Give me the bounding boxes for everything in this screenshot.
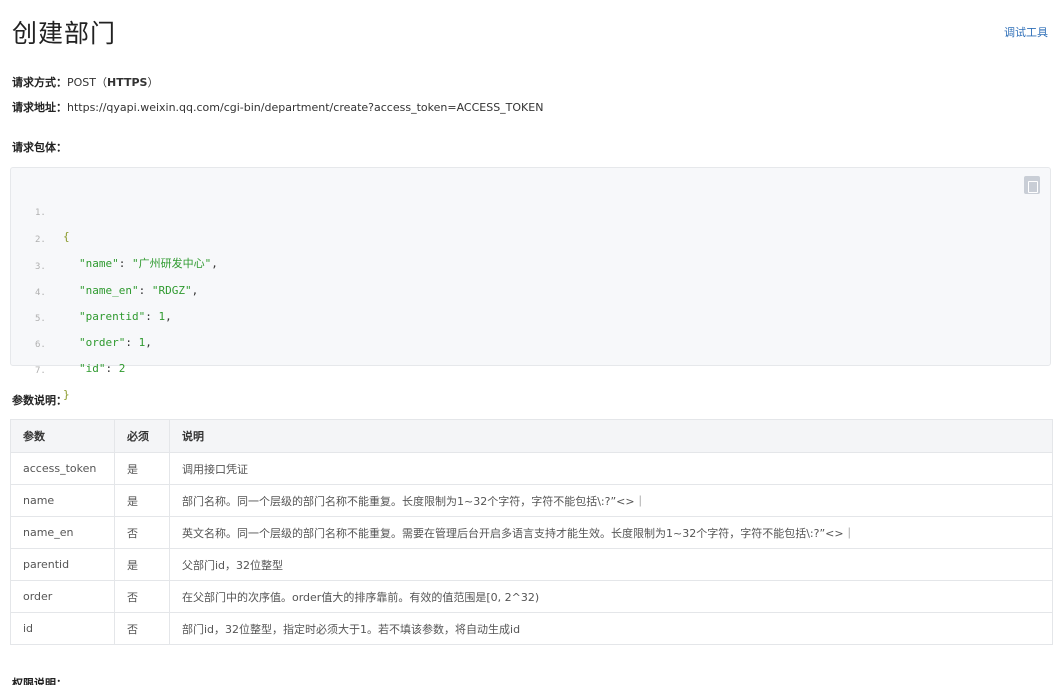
param-required: 否	[114, 612, 170, 645]
line-number: 1.	[35, 208, 46, 218]
line-number: 5.	[35, 314, 46, 324]
request-body-label: 请求包体：	[12, 141, 67, 154]
code-line: 4. "parentid": 1,	[11, 257, 172, 323]
param-description: 父部门id，32位整型	[169, 548, 1053, 581]
table-header-row: 参数 必须 说明	[10, 419, 1053, 453]
code-line: 5. "order": 1,	[11, 283, 152, 349]
param-required: 是	[114, 484, 170, 517]
line-number: 2.	[35, 235, 46, 245]
code-value: "广州研发中心"	[132, 257, 212, 270]
param-name: name	[10, 484, 115, 517]
table-row: parentid 是 父部门id，32位整型	[10, 548, 1053, 581]
header-description: 说明	[169, 419, 1053, 453]
page-title: 创建部门	[12, 19, 117, 48]
params-table: 参数 必须 说明 access_token 是 调用接口凭证 name 是 部门…	[10, 419, 1053, 645]
param-name: name_en	[10, 516, 115, 549]
param-description: 在父部门中的次序值。order值大的排序靠前。有效的值范围是[0, 2^32)	[169, 580, 1053, 613]
param-name: order	[10, 580, 115, 613]
param-required: 是	[114, 548, 170, 581]
request-method-close: ）	[147, 76, 159, 89]
table-row: order 否 在父部门中的次序值。order值大的排序靠前。有效的值范围是[0…	[10, 580, 1053, 613]
code-value: 2	[118, 362, 126, 375]
code-line: 2. "name": "广州研发中心",	[11, 204, 218, 270]
line-number: 7.	[35, 366, 46, 376]
code-value: "RDGZ"	[151, 284, 192, 297]
permission-section-label: 权限说明：	[12, 677, 67, 685]
table-row: id 否 部门id，32位整型，指定时必须大于1。若不填该参数，将自动生成id	[10, 612, 1053, 645]
request-method: 请求方式：POST（HTTPS）	[12, 74, 158, 90]
param-name: access_token	[10, 452, 115, 485]
param-name: id	[10, 612, 115, 645]
request-method-value: POST（	[67, 76, 107, 89]
table-row: access_token 是 调用接口凭证	[10, 452, 1053, 485]
line-number: 3.	[35, 262, 46, 272]
param-description: 部门名称。同一个层级的部门名称不能重复。长度限制为1~32个字符，字符不能包括\…	[169, 484, 1053, 517]
param-required: 是	[114, 452, 170, 485]
param-description: 调用接口凭证	[169, 452, 1053, 485]
table-row: name_en 否 英文名称。同一个层级的部门名称不能重复。需要在管理后台开启多…	[10, 516, 1053, 549]
param-name: parentid	[10, 548, 115, 581]
table-row: name 是 部门名称。同一个层级的部门名称不能重复。长度限制为1~32个字符，…	[10, 484, 1053, 517]
code-key: "name_en"	[79, 284, 139, 297]
header-param: 参数	[10, 419, 115, 453]
param-required: 否	[114, 516, 170, 549]
header-required: 必须	[114, 419, 170, 453]
request-method-https: HTTPS	[107, 76, 148, 89]
code-key: "order"	[79, 336, 126, 349]
code-line: 6. "id": 2	[11, 309, 125, 375]
request-url: 请求地址：https://qyapi.weixin.qq.com/cgi-bin…	[12, 99, 543, 115]
code-line: 3. "name_en": "RDGZ",	[11, 231, 198, 297]
param-required: 否	[114, 580, 170, 613]
param-description: 部门id，32位整型，指定时必须大于1。若不填该参数，将自动生成id	[169, 612, 1053, 645]
code-line: 7. }	[11, 335, 70, 401]
request-url-label: 请求地址：	[12, 101, 67, 114]
line-number: 6.	[35, 340, 46, 350]
code-block: 1. { 2. "name": "广州研发中心", 3. "name_en": …	[10, 167, 1051, 401]
request-method-label: 请求方式：	[12, 76, 67, 89]
request-url-value[interactable]: https://qyapi.weixin.qq.com/cgi-bin/depa…	[67, 101, 543, 114]
copy-icon[interactable]	[1024, 176, 1040, 194]
code-key: "id"	[79, 362, 106, 375]
debug-tool-link[interactable]: 调试工具	[1004, 24, 1048, 40]
param-description: 英文名称。同一个层级的部门名称不能重复。需要在管理后台开启多语言支持才能生效。长…	[169, 516, 1053, 549]
code-key: "name"	[79, 257, 119, 270]
params-section-label: 参数说明：	[12, 394, 67, 407]
code-key: "parentid"	[79, 310, 146, 323]
code-brace: {	[63, 230, 70, 243]
line-number: 4.	[35, 288, 46, 298]
code-line: 1. {	[11, 177, 70, 243]
